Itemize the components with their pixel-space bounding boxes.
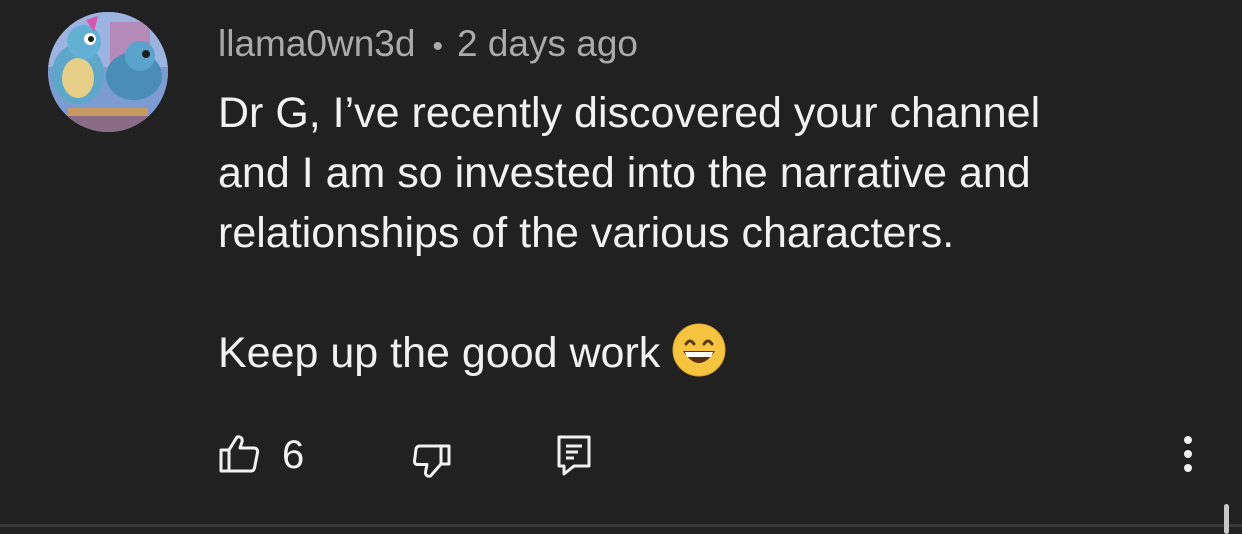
- comment-timestamp: 2 days ago: [456, 23, 638, 64]
- comment-text-line-1: Dr G, I’ve recently discovered your chan…: [218, 89, 1041, 137]
- thumbs-down-icon: [412, 444, 451, 478]
- grinning-face-with-smiling-eyes-emoji: [672, 323, 726, 377]
- comment-header: llama0wn3d • 2 days ago: [218, 21, 638, 67]
- vertical-ellipsis-icon: [1184, 436, 1192, 472]
- comment-text-line-2: and I am so invested into the narrative …: [218, 149, 1031, 197]
- like-button[interactable]: 6: [218, 430, 318, 480]
- author-name[interactable]: llama0wn3d: [218, 23, 415, 64]
- comment-body: Dr G, I’ve recently discovered your chan…: [218, 83, 1208, 383]
- avatar[interactable]: [48, 12, 168, 132]
- reply-comment-icon: [557, 435, 591, 476]
- avatar-image: [48, 12, 168, 132]
- thumbs-up-icon: [219, 435, 260, 473]
- more-options-button[interactable]: [1168, 430, 1208, 482]
- like-count: 6: [282, 433, 305, 477]
- comment-text-line-3: relationships of the various characters.: [218, 209, 955, 257]
- scrollbar-thumb[interactable]: [1224, 504, 1229, 534]
- reply-button[interactable]: [556, 430, 596, 480]
- comment-closing-text: Keep up the good work: [218, 329, 661, 377]
- bottom-divider: [0, 524, 1242, 527]
- separator-dot: •: [432, 30, 443, 63]
- dislike-button[interactable]: [412, 430, 456, 480]
- comment-closing-line: Keep up the good work: [218, 323, 1208, 383]
